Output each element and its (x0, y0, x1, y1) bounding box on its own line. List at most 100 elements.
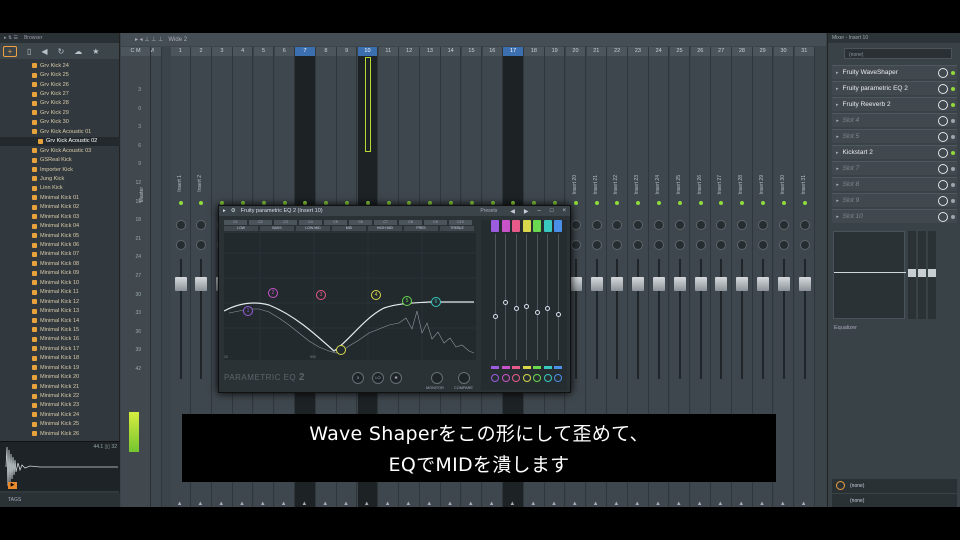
browser-item[interactable]: Minimal Kick 19 (0, 363, 120, 372)
file-icon[interactable]: ▯ (27, 47, 31, 56)
slot-enable-led[interactable] (951, 215, 955, 219)
browser-item[interactable]: Grv Kick 29 (0, 108, 120, 117)
slot-mix-knob[interactable] (938, 116, 948, 126)
presets-button[interactable]: Presets (480, 208, 497, 214)
band-type-icon[interactable] (533, 220, 541, 232)
volume-fader[interactable] (715, 277, 728, 291)
prev-preset-icon[interactable]: ◀ (510, 208, 515, 215)
pan-knob[interactable] (612, 220, 623, 230)
volume-fader[interactable] (757, 277, 769, 291)
effect-slot-8[interactable]: ▸ Slot 8 (832, 177, 957, 191)
browser-item[interactable]: Minimal Kick 09 (0, 269, 120, 278)
band-type-icon[interactable] (554, 220, 562, 232)
browser-item[interactable]: Minimal Kick 13 (0, 306, 120, 315)
browser-item[interactable]: Minimal Kick 06 (0, 240, 120, 249)
stereo-knob[interactable] (778, 240, 789, 250)
browser-item[interactable]: Grv Kick 30 (0, 118, 120, 127)
eq-tab-label[interactable]: PRES (404, 226, 438, 231)
arrow-icon[interactable]: ▸ (223, 208, 226, 214)
browser-item[interactable]: Grv Kick 28 (0, 99, 120, 108)
play-icon[interactable]: ▶ (8, 482, 17, 489)
effect-slot-4[interactable]: ▸ Slot 4 (832, 113, 957, 127)
eq-tab-number[interactable]: C7 (374, 220, 397, 225)
slot-enable-led[interactable] (951, 71, 955, 75)
strip-led[interactable] (698, 201, 703, 205)
maximize-icon[interactable]: □ (550, 208, 554, 214)
effect-slot-10[interactable]: ▸ Slot 10 (832, 209, 957, 223)
volume-fader[interactable] (673, 277, 686, 291)
browser-item[interactable]: Minimal Kick 24 (0, 410, 120, 419)
eq-band-node[interactable]: 2 (268, 288, 278, 298)
eq-band-node[interactable]: 5 (402, 296, 412, 306)
effect-slot-2[interactable]: ▸ Fruity parametric EQ 2 (832, 81, 957, 95)
eq-band-column[interactable] (501, 220, 510, 390)
browser-item[interactable]: Minimal Kick 18 (0, 354, 120, 363)
slot-enable-led[interactable] (951, 183, 955, 187)
eq-tab-label[interactable]: HIGH MID (368, 226, 402, 231)
strip-led[interactable] (761, 201, 765, 205)
gear-icon[interactable]: ⚙ (231, 208, 236, 214)
eq-band-node-mid[interactable] (336, 345, 346, 355)
slot-mix-knob[interactable] (938, 84, 948, 94)
browser-item[interactable]: Minimal Kick 10 (0, 278, 120, 287)
slot-mix-knob[interactable] (938, 212, 948, 222)
eq-tab-number[interactable]: C4 (299, 220, 322, 225)
compare-button[interactable] (458, 372, 470, 384)
band-freq-knob[interactable] (533, 374, 541, 382)
slot-mix-knob[interactable] (938, 132, 948, 142)
browser-item[interactable]: Grv Kick 27 (0, 89, 120, 98)
slot-arrow-icon[interactable]: ▸ (836, 70, 839, 76)
effect-slot-6[interactable]: ▸ Kickstart 2 (832, 145, 957, 159)
volume-fader[interactable] (174, 277, 187, 291)
band-freq-knob[interactable] (543, 374, 552, 382)
eq-tab-number[interactable]: C8 (399, 220, 422, 225)
tags-bar[interactable]: TAGS (0, 493, 120, 507)
stereo-knob[interactable] (654, 240, 664, 250)
eq-band-column[interactable] (512, 220, 520, 390)
insert-eq-graph[interactable] (833, 231, 906, 319)
volume-fader[interactable] (736, 277, 749, 291)
eq-tab-number[interactable]: C5 (324, 220, 347, 225)
slot-mix-knob[interactable] (938, 100, 948, 110)
volume-fader[interactable] (632, 277, 645, 291)
band-type-icon[interactable] (543, 220, 552, 232)
pan-knob[interactable] (778, 220, 789, 230)
band-gain-handle[interactable] (524, 304, 529, 309)
volume-fader[interactable] (694, 277, 707, 291)
star-icon[interactable]: ★ (92, 47, 99, 56)
stereo-knob[interactable] (674, 240, 685, 250)
stereo-knob[interactable] (695, 240, 706, 250)
strip-led[interactable] (781, 201, 786, 205)
band-type-icon[interactable] (501, 220, 510, 232)
browser-item[interactable]: Grv Kick Acoustic 02 (0, 136, 120, 146)
browser-item[interactable]: Minimal Kick 01 (0, 193, 120, 202)
browser-item[interactable]: Minimal Kick 23 (0, 401, 120, 410)
browser-item[interactable]: Minimal Kick 02 (0, 203, 120, 212)
slot-enable-led[interactable] (951, 103, 955, 107)
browser-item[interactable]: Grv Kick 25 (0, 70, 120, 79)
browser-item[interactable]: Minimal Kick 14 (0, 316, 120, 325)
browser-item[interactable]: Minimal Kick 07 (0, 250, 120, 259)
hq-knob[interactable]: ✱ (390, 372, 402, 384)
band-gain-handle[interactable] (545, 306, 550, 311)
eq-tab-number[interactable]: C3 (274, 220, 297, 225)
browser-item[interactable]: Minimal Kick 04 (0, 221, 120, 230)
eq-tab-number[interactable]: C10 (449, 220, 472, 225)
eq-tab-label[interactable]: LOW (224, 226, 258, 231)
eq-band-node[interactable]: 4 (371, 290, 381, 300)
stereo-knob[interactable] (716, 240, 727, 250)
browser-item[interactable]: Minimal Kick 12 (0, 297, 120, 306)
stereo-knob[interactable] (799, 240, 810, 250)
band-gain-handle[interactable] (513, 306, 519, 311)
volume-fader[interactable] (653, 277, 665, 291)
band-freq-knob[interactable] (491, 374, 499, 382)
browser-item[interactable]: Jung Kick (0, 174, 120, 183)
stereo-knob[interactable] (612, 240, 623, 250)
slot-enable-led[interactable] (951, 87, 955, 91)
browser-item[interactable]: Importer Kick (0, 165, 120, 174)
browser-item[interactable]: Minimal Kick 05 (0, 231, 120, 240)
band-gain-handle[interactable] (492, 314, 498, 319)
eq-band-column[interactable] (522, 220, 531, 390)
slot-mix-knob[interactable] (938, 180, 948, 190)
eq-band-column[interactable] (554, 220, 562, 390)
